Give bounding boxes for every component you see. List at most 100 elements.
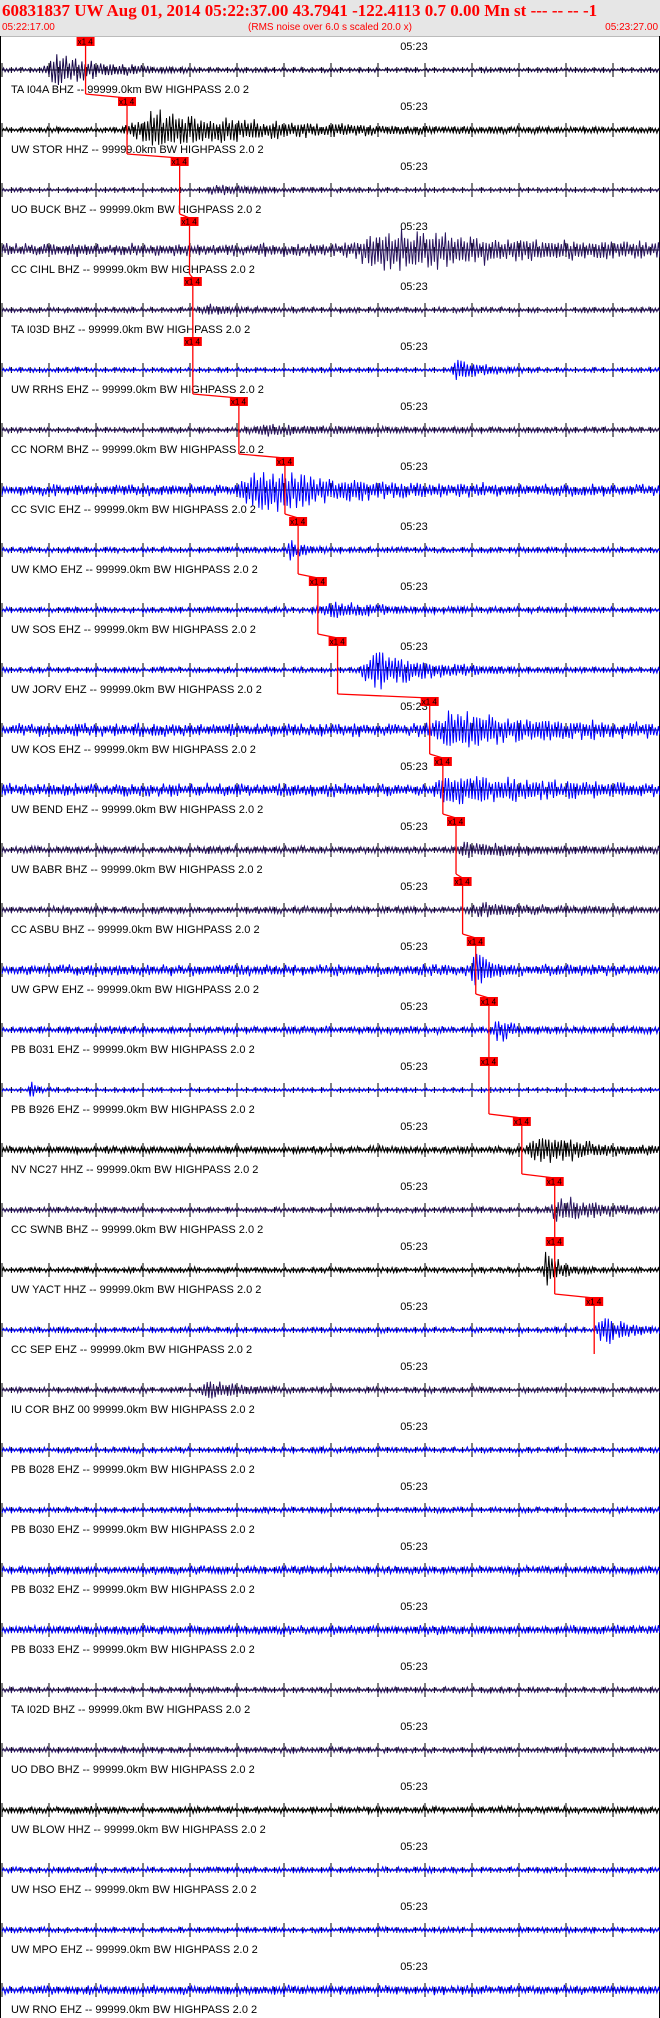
minute-tick-label: 05:23 (400, 221, 428, 233)
pick-flag-label: x1 4 (277, 458, 293, 467)
trace-row: 05:23 UW JORV EHZ -- 99999.0km BW HIGHPAS… (1, 633, 660, 696)
pick-flag-label: x1 4 (547, 1238, 563, 1247)
rms-note: (RMS noise over 6.0 s scaled 20.0 x) (248, 22, 412, 33)
trace-row: 05:23 CC NORM BHZ -- 99999.0km BW HIGHPAS… (1, 393, 660, 456)
minute-tick-label: 05:23 (400, 1301, 428, 1313)
minute-tick-label: 05:23 (400, 1061, 428, 1073)
minute-tick-label: 05:23 (400, 401, 428, 413)
station-label: CC ASBU BHZ -- 99999.0km BW HIGHPASS 2.0… (11, 924, 260, 936)
trace-row: 05:23 UW SOS EHZ -- 99999.0km BW HIGHPASS… (1, 573, 660, 636)
moveout-line (337, 693, 430, 699)
minute-tick-label: 05:23 (400, 941, 428, 953)
trace-row: 05:23 UO DBO BHZ -- 99999.0km BW HIGHPASS… (1, 1721, 660, 1776)
station-label: CC SEP EHZ -- 99999.0km BW HIGHPASS 2.0 … (11, 1344, 252, 1356)
pick-flag-label: x1 4 (547, 1178, 563, 1187)
pick-flag-label: x1 4 (330, 638, 346, 647)
minute-tick-label: 05:23 (400, 41, 428, 53)
trace-row: 05:23 UW GPW EHZ -- 99999.0km BW HIGHPASS… (1, 933, 660, 996)
trace-row: 05:23 PB B030 EHZ -- 99999.0km BW HIGHPAS… (1, 1481, 660, 1536)
pick-flag-label: x1 4 (172, 158, 188, 167)
end-time: 05:23:27.00 (605, 22, 658, 33)
station-label: CC CIHL BHZ -- 99999.0km BW HIGHPASS 2.0… (11, 264, 255, 276)
station-label: CC NORM BHZ -- 99999.0km BW HIGHPASS 2.0… (11, 444, 264, 456)
trace-row: 05:23 UW MPO EHZ -- 99999.0km BW HIGHPASS… (1, 1901, 660, 1956)
minute-tick-label: 05:23 (400, 1601, 428, 1613)
trace-row: 05:23 UW YACT HHZ -- 99999.0km BW HIGHPAS… (1, 1234, 660, 1296)
trace-row: 05:23 UW KMO EHZ -- 99999.0km BW HIGHPASS… (1, 513, 660, 576)
pick-flag-label: x1 4 (455, 878, 471, 887)
trace-row: 05:23 IU COR BHZ 00 99999.0km BW HIGHPASS… (1, 1361, 660, 1416)
pick-flag-label: x1 4 (310, 578, 326, 587)
trace-row: 05:23UW STOR HHZ -- 99999.0km BW HIGHPAS… (1, 93, 660, 156)
trace-row: 05:23 PB B032 EHZ -- 99999.0km BW HIGHPAS… (1, 1541, 660, 1596)
minute-tick-label: 05:23 (400, 1901, 428, 1913)
waveform-trace (1, 1318, 660, 1345)
pick-flag-label: x1 4 (448, 818, 464, 827)
station-label: UW BEND EHZ -- 99999.0km BW HIGHPASS 2.0… (11, 804, 263, 816)
minute-tick-label: 05:23 (400, 1481, 428, 1493)
header: 60831837 UW Aug 01, 2014 05:22:37.00 43.… (0, 0, 660, 37)
trace-row: 05:23 TA I03D BHZ -- 99999.0km BW HIGHPAS… (1, 273, 660, 336)
station-label: TA I02D BHZ -- 99999.0km BW HIGHPASS 2.0… (11, 1704, 250, 1716)
station-label: UW RRHS EHZ -- 99999.0km BW HIGHPASS 2.0… (11, 384, 264, 396)
minute-tick-label: 05:23 (400, 881, 428, 893)
trace-row: 05:23 CC SVIC EHZ -- 99999.0km BW HIGHPAS… (1, 453, 660, 516)
minute-tick-label: 05:23 (400, 281, 428, 293)
pick-flag-label: x1 4 (119, 98, 135, 107)
minute-tick-label: 05:23 (400, 581, 428, 593)
minute-tick-label: 05:23 (400, 1181, 428, 1193)
pick-flag-label: x1 4 (514, 1118, 530, 1127)
moveout-line (521, 1173, 555, 1179)
seismogram-svg: 05:23 TA I04A BHZ -- 99999.0km BW HIGHPAS… (1, 37, 660, 2016)
minute-tick-label: 05:23 (400, 761, 428, 773)
seismogram-plot: 05:23 TA I04A BHZ -- 99999.0km BW HIGHPAS… (0, 36, 660, 2018)
minute-tick-label: 05:23 (400, 341, 428, 353)
station-label: PB B030 EHZ -- 99999.0km BW HIGHPASS 2.0… (11, 1524, 255, 1536)
station-label: UW BLOW HHZ -- 99999.0km BW HIGHPASS 2.0… (11, 1824, 266, 1836)
station-label: PB B031 EHZ -- 99999.0km BW HIGHPASS 2.0… (11, 1044, 255, 1056)
minute-tick-label: 05:23 (400, 1841, 428, 1853)
pick-flag-label: x1 4 (290, 518, 306, 527)
minute-tick-label: 05:23 (400, 1661, 428, 1673)
station-label: UO BUCK BHZ -- 99999.0km BW HIGHPASS 2.0… (11, 204, 261, 216)
minute-tick-label: 05:23 (400, 1781, 428, 1793)
moveout-line (317, 633, 338, 639)
trace-row: 05:23 CC SWNB BHZ -- 99999.0km BW HIGHPAS… (1, 1173, 660, 1236)
minute-tick-label: 05:23 (400, 1241, 428, 1253)
station-label: PB B033 EHZ -- 99999.0km BW HIGHPASS 2.0… (11, 1644, 255, 1656)
minute-tick-label: 05:23 (400, 641, 428, 653)
minute-tick-label: 05:23 (400, 101, 428, 113)
pick-flag-label: x1 4 (481, 1058, 497, 1067)
trace-row: 05:23 UW HSO EHZ -- 99999.0km BW HIGHPASS… (1, 1841, 660, 1896)
trace-row: 05:23 CC ASBU BHZ -- 99999.0km BW HIGHPAS… (1, 873, 660, 936)
station-label: IU COR BHZ 00 99999.0km BW HIGHPASS 2.0 … (11, 1404, 255, 1416)
minute-tick-label: 05:23 (400, 1361, 428, 1373)
station-label: TA I03D BHZ -- 99999.0km BW HIGHPASS 2.0… (11, 324, 250, 336)
moveout-line (297, 573, 318, 579)
pick-flag-label: x1 4 (481, 998, 497, 1007)
moveout-line (554, 1293, 595, 1299)
station-label: UW KMO EHZ -- 99999.0km BW HIGHPASS 2.0 … (11, 564, 258, 576)
waveform-trace (1, 1138, 660, 1163)
station-label: UW HSO EHZ -- 99999.0km BW HIGHPASS 2.0 … (11, 1884, 257, 1896)
pick-flag-label: x1 4 (586, 1298, 602, 1307)
station-label: UW MPO EHZ -- 99999.0km BW HIGHPASS 2.0 … (11, 1944, 258, 1956)
trace-row: 05:23 UW BLOW HHZ -- 99999.0km BW HIGHPAS… (1, 1781, 660, 1836)
minute-tick-label: 05:23 (400, 1721, 428, 1733)
trace-row: 05:23 NV NC27 HHZ -- 99999.0km BW HIGHPAS… (1, 1113, 660, 1176)
minute-tick-label: 05:23 (400, 1001, 428, 1013)
station-label: CC SWNB BHZ -- 99999.0km BW HIGHPASS 2.0… (11, 1224, 263, 1236)
pick-flag-label: x1 4 (185, 338, 201, 347)
trace-row: 05:23 UW RNO EHZ -- 99999.0km BW HIGHPASS… (1, 1961, 660, 2016)
minute-tick-label: 05:23 (400, 1121, 428, 1133)
pick-flag-label: x1 4 (182, 218, 198, 227)
trace-row: 05:23 UO BUCK BHZ -- 99999.0km BW HIGHPAS… (1, 153, 660, 216)
trace-row: 05:23 PB B926 EHZ -- 99999.0km BW HIGHPAS… (1, 1054, 660, 1116)
trace-row: 05:23 CC CIHL BHZ -- 99999.0km BW HIGHPAS… (1, 213, 660, 276)
trace-row: 05:23 UW RRHS EHZ -- 99999.0km BW HIGHPAS… (1, 334, 660, 396)
minute-tick-label: 05:23 (400, 521, 428, 533)
station-label: NV NC27 HHZ -- 99999.0km BW HIGHPASS 2.0… (11, 1164, 258, 1176)
trace-row: 05:23 PB B028 EHZ -- 99999.0km BW HIGHPAS… (1, 1421, 660, 1476)
pick-flag-label: x1 4 (435, 758, 451, 767)
station-label: UW BABR BHZ -- 99999.0km BW HIGHPASS 2.0… (11, 864, 263, 876)
